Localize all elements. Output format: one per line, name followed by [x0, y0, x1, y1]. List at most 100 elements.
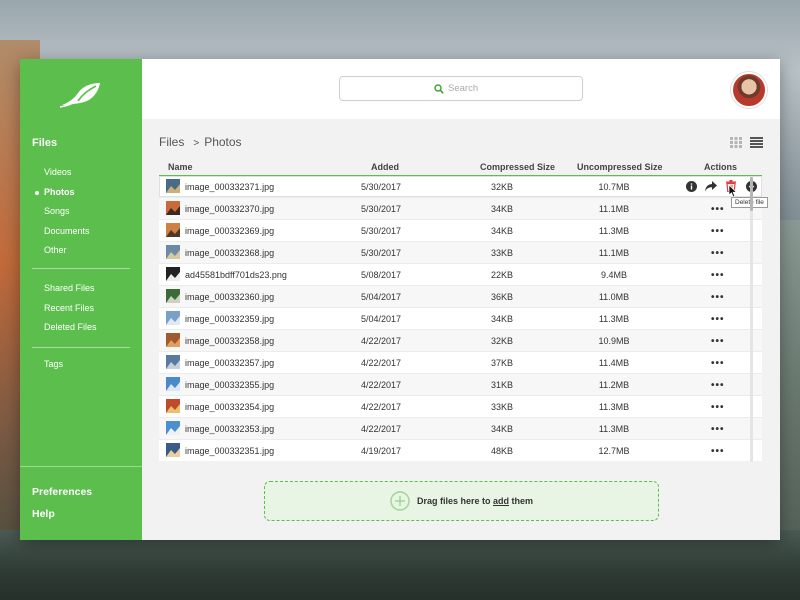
help-link[interactable]: Help	[32, 508, 55, 520]
table-row[interactable]: image_000332360.jpg 5/04/2017 36KB 11.0M…	[159, 286, 762, 308]
nav-list-media: Videos Photos Songs Documents Other	[35, 163, 90, 261]
table-row[interactable]: image_000332353.jpg 4/22/2017 34KB 11.3M…	[159, 418, 762, 440]
file-compressed-size: 34KB	[490, 314, 514, 324]
more-actions-button[interactable]: •••	[711, 314, 725, 325]
sidebar-divider	[32, 347, 130, 348]
file-uncompressed-size: 10.7MB	[598, 182, 630, 192]
more-actions-button[interactable]: •••	[711, 358, 725, 369]
sidebar-item-photos[interactable]: Photos	[35, 183, 90, 203]
table-header: Name Added Compressed Size Uncompressed …	[159, 159, 762, 176]
breadcrumb-separator: >	[193, 138, 200, 149]
sidebar-item-other[interactable]: Other	[44, 241, 90, 261]
more-actions-button[interactable]: •••	[711, 270, 725, 281]
file-compressed-size: 22KB	[490, 270, 514, 280]
search-box[interactable]	[339, 76, 583, 101]
main-panel: Files > Photos Name Added	[142, 59, 780, 540]
preferences-link[interactable]: Preferences	[32, 486, 92, 498]
more-actions-button[interactable]: •••	[711, 446, 725, 457]
file-name[interactable]: image_000332357.jpg	[185, 358, 274, 368]
file-added-date: 5/08/2017	[361, 270, 402, 280]
breadcrumb-root[interactable]: Files	[159, 135, 184, 149]
scrollbar-track[interactable]	[750, 177, 753, 462]
file-name[interactable]: image_000332354.jpg	[185, 402, 274, 412]
sidebar-item-videos[interactable]: Videos	[44, 163, 90, 183]
leaf-logo-icon	[59, 83, 100, 108]
image-thumbnail	[166, 399, 180, 413]
list-view-icon[interactable]	[750, 137, 763, 148]
more-actions-button[interactable]: •••	[711, 248, 725, 259]
column-header-name[interactable]: Name	[168, 162, 193, 172]
file-compressed-size: 37KB	[490, 358, 514, 368]
sidebar-divider	[32, 268, 130, 269]
sidebar-bottom-divider	[20, 466, 142, 467]
table-row[interactable]: image_000332351.jpg 4/19/2017 48KB 12.7M…	[159, 440, 762, 461]
file-uncompressed-size: 11.4MB	[598, 358, 630, 368]
drop-zone[interactable]: Drag files here to add them	[264, 481, 659, 521]
file-name[interactable]: image_000332359.jpg	[185, 314, 274, 324]
image-thumbnail	[166, 201, 180, 215]
more-actions-button[interactable]: •••	[711, 292, 725, 303]
file-uncompressed-size: 11.3MB	[598, 226, 630, 236]
table-body: image_000332371.jpg 5/30/2017 32KB 10.7M…	[159, 176, 762, 461]
file-uncompressed-size: 11.2MB	[598, 380, 630, 390]
file-name[interactable]: image_000332368.jpg	[185, 248, 274, 258]
table-row[interactable]: image_000332357.jpg 4/22/2017 37KB 11.4M…	[159, 352, 762, 374]
sidebar-item-songs[interactable]: Songs	[44, 202, 90, 222]
file-name[interactable]: image_000332371.jpg	[185, 182, 274, 192]
file-uncompressed-size: 11.3MB	[598, 314, 630, 324]
search-input[interactable]	[448, 83, 488, 94]
more-actions-button[interactable]: •••	[711, 226, 725, 237]
more-actions-button[interactable]: •••	[711, 336, 725, 347]
table-row[interactable]: image_000332369.jpg 5/30/2017 34KB 11.3M…	[159, 220, 762, 242]
more-actions-button[interactable]: •••	[711, 204, 725, 215]
file-name[interactable]: image_000332353.jpg	[185, 424, 274, 434]
file-added-date: 4/22/2017	[361, 380, 402, 390]
table-row[interactable]: image_000332370.jpg 5/30/2017 34KB 11.1M…	[159, 198, 762, 220]
file-compressed-size: 33KB	[490, 402, 514, 412]
more-actions-button[interactable]: •••	[711, 402, 725, 413]
grid-view-icon[interactable]	[730, 137, 742, 148]
file-added-date: 4/22/2017	[361, 424, 402, 434]
file-name[interactable]: image_000332369.jpg	[185, 226, 274, 236]
table-row[interactable]: image_000332355.jpg 4/22/2017 31KB 11.2M…	[159, 374, 762, 396]
file-browser: Files > Photos Name Added Compressed Siz…	[142, 119, 780, 540]
nav-section-title-files[interactable]: Files	[32, 137, 57, 149]
table-row[interactable]: image_000332371.jpg 5/30/2017 32KB 10.7M…	[159, 176, 762, 198]
user-avatar[interactable]	[731, 72, 767, 108]
file-uncompressed-size: 11.3MB	[598, 424, 630, 434]
column-header-actions: Actions	[704, 162, 738, 172]
table-row[interactable]: image_000332358.jpg 4/22/2017 32KB 10.9M…	[159, 330, 762, 352]
column-header-uncompressed[interactable]: Uncompressed Size	[577, 162, 663, 172]
add-circle-icon	[390, 491, 410, 511]
add-files-link[interactable]: add	[493, 496, 509, 506]
file-name[interactable]: ad45581bdff701ds23.png	[185, 270, 287, 280]
file-name[interactable]: image_000332355.jpg	[185, 380, 274, 390]
file-name[interactable]: image_000332360.jpg	[185, 292, 274, 302]
sidebar-item-shared-files[interactable]: Shared Files	[44, 279, 97, 299]
sidebar-item-tags[interactable]: Tags	[44, 359, 63, 369]
search-icon	[434, 83, 444, 94]
file-table: Name Added Compressed Size Uncompressed …	[159, 159, 768, 461]
column-header-compressed[interactable]: Compressed Size	[480, 162, 555, 172]
sidebar-item-documents[interactable]: Documents	[44, 222, 90, 242]
share-icon[interactable]	[705, 180, 717, 192]
column-header-added[interactable]: Added	[371, 162, 399, 172]
table-row[interactable]: image_000332359.jpg 5/04/2017 34KB 11.3M…	[159, 308, 762, 330]
file-compressed-size: 32KB	[490, 182, 514, 192]
file-compressed-size: 34KB	[490, 424, 514, 434]
table-row[interactable]: image_000332354.jpg 4/22/2017 33KB 11.3M…	[159, 396, 762, 418]
file-name[interactable]: image_000332351.jpg	[185, 446, 274, 456]
scrollbar-thumb[interactable]	[750, 177, 753, 211]
table-row[interactable]: image_000332368.jpg 5/30/2017 33KB 11.1M…	[159, 242, 762, 264]
file-compressed-size: 34KB	[490, 226, 514, 236]
file-name[interactable]: image_000332358.jpg	[185, 336, 274, 346]
sidebar-item-deleted-files[interactable]: Deleted Files	[44, 318, 97, 338]
more-actions-button[interactable]: •••	[711, 424, 725, 435]
info-icon[interactable]	[685, 180, 697, 192]
more-actions-button[interactable]: •••	[711, 380, 725, 391]
file-name[interactable]: image_000332370.jpg	[185, 204, 274, 214]
sidebar-item-recent-files[interactable]: Recent Files	[44, 299, 97, 319]
image-thumbnail	[166, 289, 180, 303]
table-row[interactable]: ad45581bdff701ds23.png 5/08/2017 22KB 9.…	[159, 264, 762, 286]
file-added-date: 4/19/2017	[361, 446, 402, 456]
